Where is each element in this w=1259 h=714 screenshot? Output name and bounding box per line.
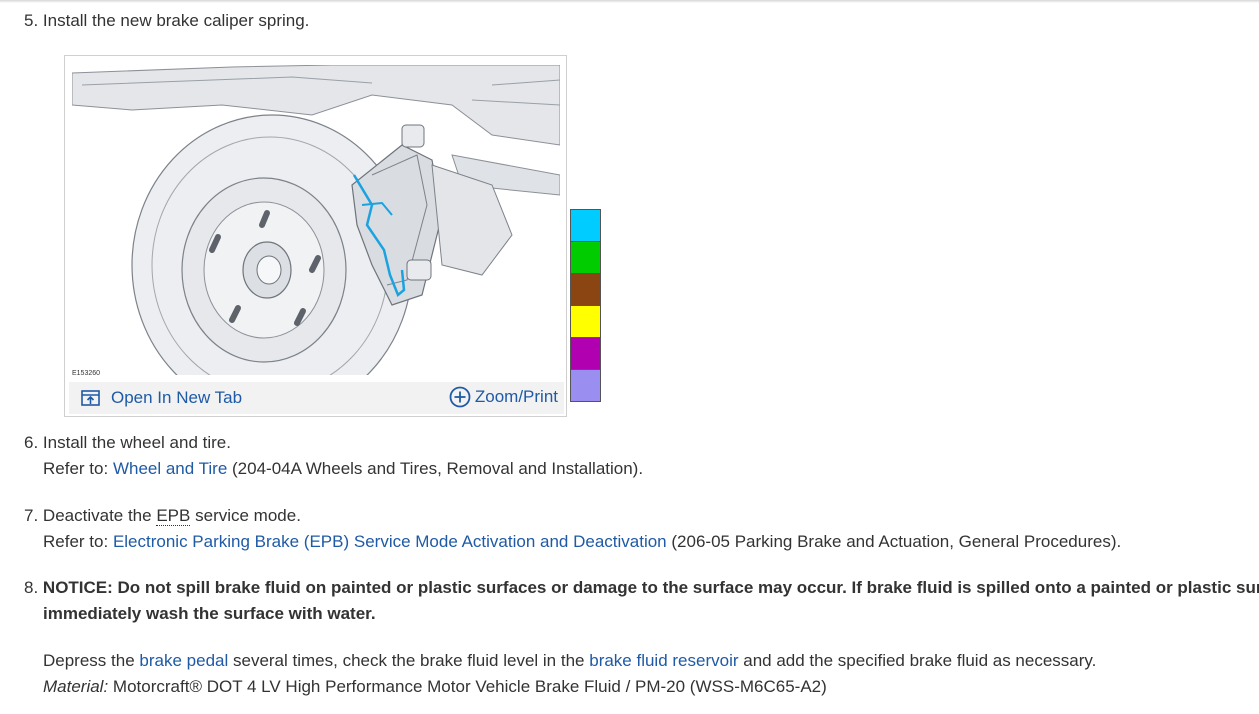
step-7-reference: Refer to: Electronic Parking Brake (EPB)… xyxy=(24,529,1121,555)
refer-label: Refer to: xyxy=(43,459,109,478)
step-text-cont: service mode. xyxy=(195,506,301,525)
brake-caliper-illustration xyxy=(72,65,560,375)
color-swatch-palette xyxy=(570,209,601,402)
swatch-magenta[interactable] xyxy=(570,337,601,370)
step-8-instruction: Depress the brake pedal several times, c… xyxy=(24,648,1096,674)
zoom-plus-icon xyxy=(449,386,471,408)
step-text: Install the wheel and tire. xyxy=(42,433,231,452)
figure-id: E153260 xyxy=(72,370,101,377)
notice-text-line2: immediately wash the surface with water. xyxy=(43,604,376,623)
open-tab-label: Open In New Tab xyxy=(111,388,243,407)
swatch-green[interactable] xyxy=(570,241,601,274)
swatch-lavender[interactable] xyxy=(570,369,601,402)
zoom-print-button[interactable]: Zoom/Print xyxy=(449,386,558,408)
swatch-yellow[interactable] xyxy=(570,305,601,338)
reference-tail: (206-05 Parking Brake and Actuation, Gen… xyxy=(671,532,1122,551)
wheel-and-tire-link[interactable]: Wheel and Tire xyxy=(113,459,227,478)
step-6-reference: Refer to: Wheel and Tire (204-04A Wheels… xyxy=(24,456,643,482)
zoom-label: Zoom/Print xyxy=(474,387,558,406)
reference-tail: (204-04A Wheels and Tires, Removal and I… xyxy=(232,459,644,478)
epb-service-mode-link[interactable]: Electronic Parking Brake (EPB) Service M… xyxy=(113,532,667,551)
step-6: 6. Install the wheel and tire. xyxy=(24,430,231,456)
instruction-text-c: and add the specified brake fluid as nec… xyxy=(743,651,1097,670)
material-text: Motorcraft® DOT 4 LV High Performance Mo… xyxy=(112,677,827,696)
step-number: 5. xyxy=(24,11,39,30)
open-in-new-tab-button[interactable]: Open In New Tab xyxy=(81,388,242,408)
step-5: 5. Install the new brake caliper spring. xyxy=(24,8,309,34)
step-text: Deactivate the xyxy=(42,506,152,525)
material-label: Material: xyxy=(43,677,109,696)
swatch-cyan[interactable] xyxy=(570,209,601,242)
step-8-notice-cont: immediately wash the surface with water. xyxy=(24,601,376,627)
top-divider xyxy=(0,0,1259,3)
notice-text-line1: NOTICE: Do not spill brake fluid on pain… xyxy=(42,578,1259,597)
instruction-text-a: Depress the xyxy=(43,651,135,670)
step-number: 7. xyxy=(24,506,39,525)
open-new-tab-icon xyxy=(81,390,100,406)
figure-panel: E153260 Open In New Tab Zoom/Print xyxy=(64,55,567,417)
step-7: 7. Deactivate the EPB service mode. xyxy=(24,503,301,529)
step-text: Install the new brake caliper spring. xyxy=(42,11,310,30)
instruction-text-b: several times, check the brake fluid lev… xyxy=(232,651,585,670)
step-number: 8. xyxy=(24,578,39,597)
refer-label: Refer to: xyxy=(43,532,109,551)
brake-fluid-reservoir-link[interactable]: brake fluid reservoir xyxy=(589,651,738,670)
figure-toolbar: Open In New Tab Zoom/Print xyxy=(69,382,564,414)
step-8-material: Material: Motorcraft® DOT 4 LV High Perf… xyxy=(24,674,827,700)
brake-pedal-link[interactable]: brake pedal xyxy=(139,651,228,670)
step-number: 6. xyxy=(24,433,39,452)
step-8-notice: 8. NOTICE: Do not spill brake fluid on p… xyxy=(24,575,1259,601)
epb-abbreviation[interactable]: EPB xyxy=(156,506,191,526)
swatch-brown[interactable] xyxy=(570,273,601,306)
